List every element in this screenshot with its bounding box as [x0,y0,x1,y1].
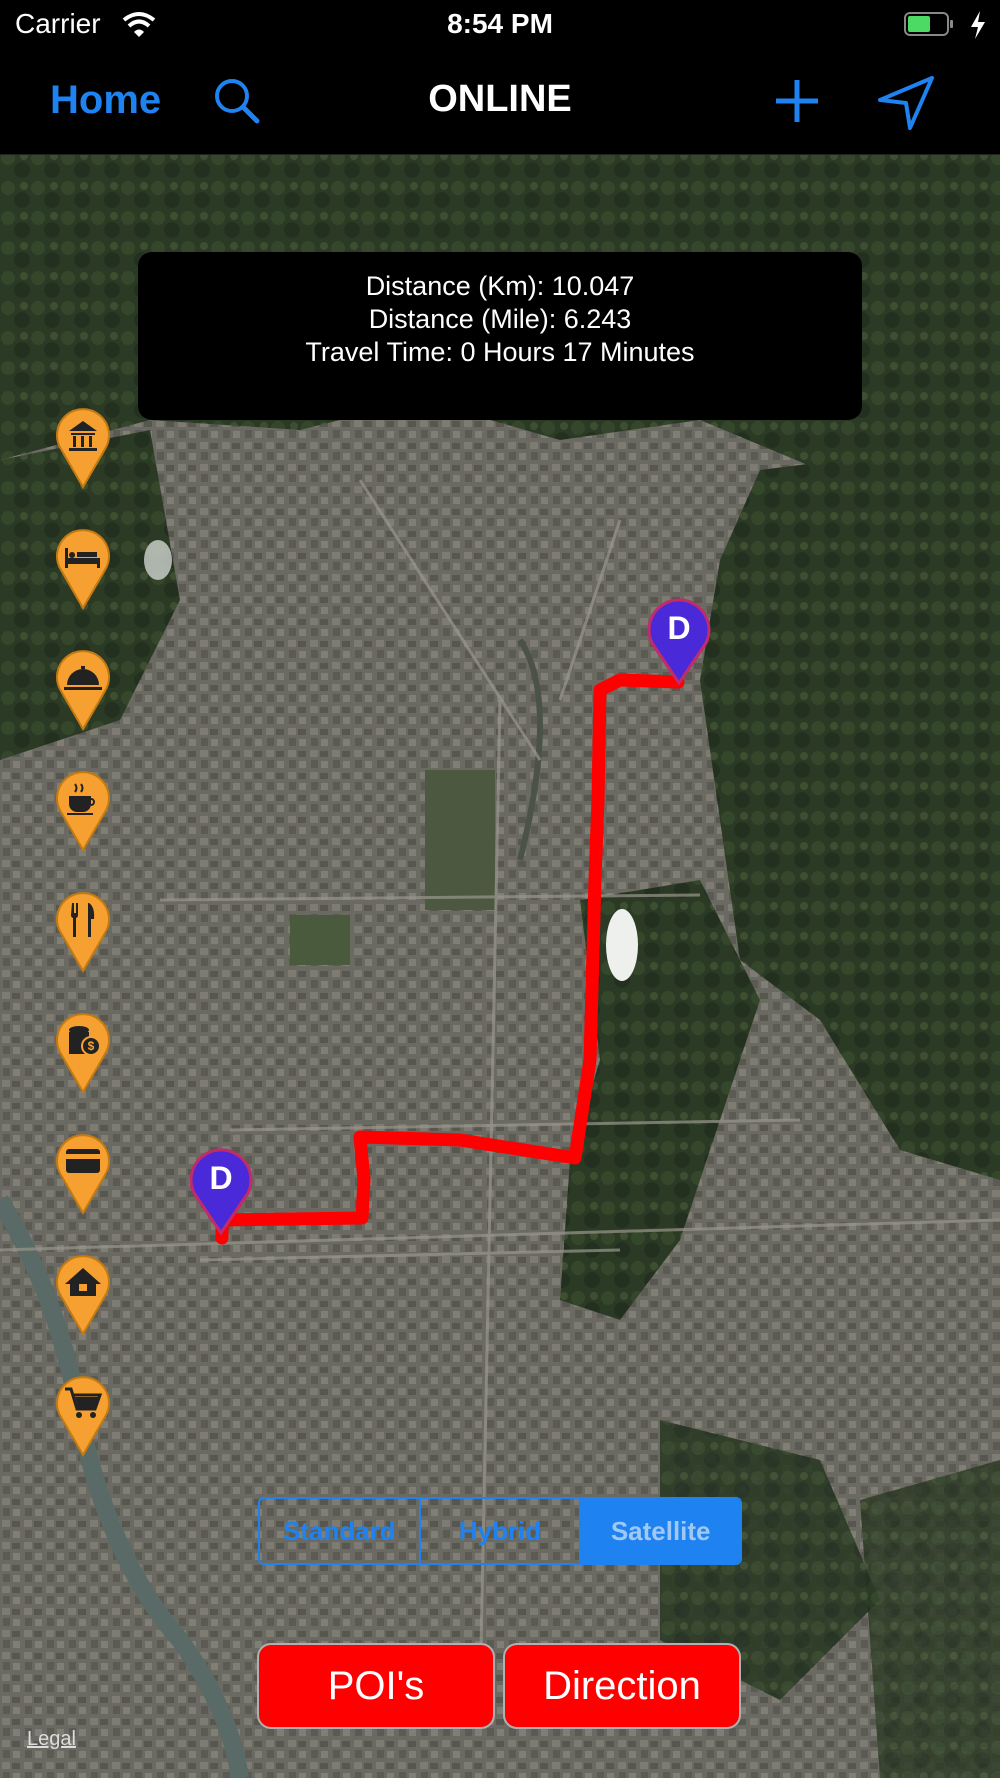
battery-icon [904,12,953,36]
cafe-icon[interactable] [55,770,111,852]
clock: 8:54 PM [447,8,553,39]
home-icon[interactable] [55,1254,111,1336]
bank-icon[interactable]: $ [55,1012,111,1094]
charging-bolt-icon [971,11,985,39]
destination-marker[interactable]: D [644,595,714,685]
shopping-cart-icon[interactable] [55,1375,111,1457]
segment-standard[interactable]: Standard [260,1499,419,1563]
distance-km-label: Distance (Km): 10.047 [365,271,635,301]
food-cloche-icon[interactable] [55,649,111,731]
location-arrow-icon[interactable] [876,74,936,132]
segment-satellite[interactable]: Satellite [579,1499,740,1563]
travel-time-label: Travel Time: 0 Hours 17 Minutes [305,337,695,367]
museum-icon[interactable] [55,407,111,489]
add-icon[interactable] [772,74,822,128]
direction-button[interactable]: Direction [503,1643,741,1729]
navigation-bar: Home ONLINE [0,50,1000,155]
distance-mile-label: Distance (Mile): 6.243 [368,304,632,334]
pois-button[interactable]: POI's [257,1643,495,1729]
svg-text:$: $ [88,1039,95,1053]
hotel-icon[interactable] [55,528,111,610]
restaurant-icon[interactable] [55,891,111,973]
segment-hybrid[interactable]: Hybrid [418,1499,580,1563]
atm-card-icon[interactable] [55,1133,111,1215]
page-title: ONLINE [428,78,572,120]
status-bar: Carrier 8:54 PM [0,0,1000,50]
legal-link[interactable]: Legal [27,1728,76,1751]
marker-label: D [209,1160,232,1196]
destination-marker[interactable]: D [186,1145,256,1235]
marker-label: D [667,610,690,646]
map-type-segmented-control[interactable]: Standard Hybrid Satellite [258,1497,742,1565]
route-info-panel: Distance (Km): 10.047 Distance (Mile): 6… [138,252,862,420]
